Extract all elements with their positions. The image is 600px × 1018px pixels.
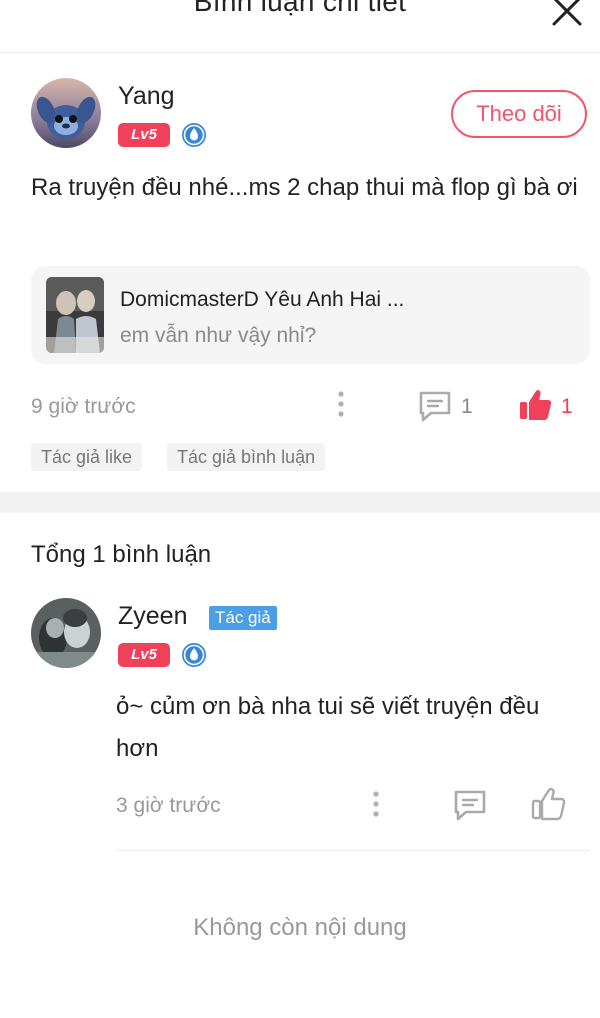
shield-icon [182, 123, 206, 147]
more-vertical-icon [373, 791, 379, 817]
reply-more-options-button[interactable] [367, 789, 385, 821]
reply-time: 3 giờ trước [116, 794, 221, 817]
reply-divider [116, 850, 590, 851]
reply-button[interactable] [417, 389, 453, 423]
page-title: Bình luận chi tiết [193, 0, 407, 17]
reply-like-button[interactable] [530, 786, 566, 822]
reply-shield-badge [180, 641, 208, 669]
end-of-content: Không còn nội dung [193, 914, 407, 941]
like-button[interactable] [517, 387, 553, 423]
reply-count: 1 [461, 395, 473, 418]
reply-level-badge: Lv5 [118, 643, 170, 667]
section-divider [0, 492, 600, 513]
close-button[interactable] [550, 0, 584, 28]
author-liked-tag: Tác giả like [31, 443, 143, 471]
reply-user-name[interactable]: Zyeen [118, 602, 187, 631]
comment-time: 9 giờ trước [31, 395, 136, 418]
author-tag: Tác giả [209, 606, 277, 630]
reply-text: ỏ~ củm ơn bà nha tui sẽ viết truyện đều … [116, 693, 540, 762]
follow-button[interactable]: Theo dõi [451, 90, 587, 138]
story-cover-image [46, 277, 104, 353]
avatar[interactable] [31, 78, 101, 148]
quoted-story-card[interactable]: DomicmasterD Yêu Anh Hai ... em vẫn như … [31, 266, 590, 364]
user-name[interactable]: Yang [118, 82, 175, 111]
author-commented-tag: Tác giả bình luận [167, 443, 326, 471]
level-badge: Lv5 [118, 123, 170, 147]
like-count: 1 [561, 395, 573, 418]
quoted-chapter-text: em vẫn như vậy nhỉ? [120, 324, 317, 347]
reply-avatar[interactable] [31, 598, 101, 668]
avatar-image [31, 78, 101, 148]
thumbs-up-icon [531, 787, 566, 821]
comment-text: Ra truyện đều nhé...ms 2 chap thui mà fl… [31, 174, 578, 201]
more-vertical-icon [338, 391, 344, 417]
story-thumbnail [46, 277, 104, 353]
reply-comment-button[interactable] [452, 788, 488, 822]
shield-icon [182, 643, 206, 667]
quoted-story-title: DomicmasterD Yêu Anh Hai ... [120, 288, 405, 311]
header-bar: Bình luận chi tiết [0, 0, 600, 53]
replies-total: Tổng 1 bình luận [31, 541, 212, 568]
shield-badge [180, 121, 208, 149]
close-icon [552, 0, 582, 26]
avatar-image [31, 598, 101, 668]
comment-icon [419, 391, 451, 422]
thumbs-up-filled-icon [520, 390, 552, 420]
more-options-button[interactable] [332, 389, 350, 421]
comment-icon [454, 790, 486, 821]
